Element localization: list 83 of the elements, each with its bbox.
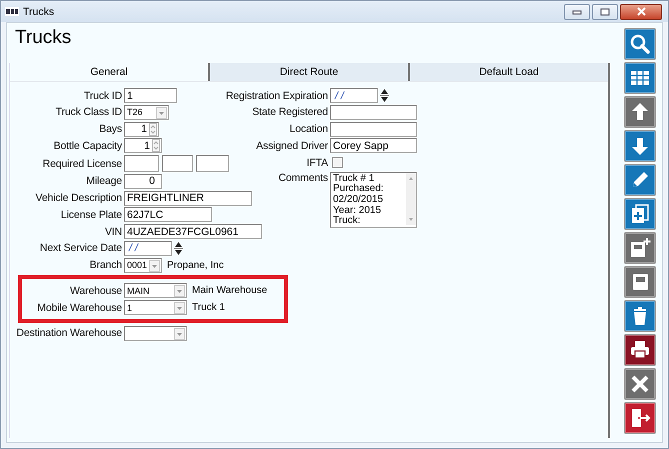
field-label: Truck ID [82, 90, 123, 102]
tab[interactable]: Direct Route [210, 63, 410, 81]
field-label: Warehouse [69, 284, 123, 297]
field-label: State Registered [251, 106, 329, 118]
spin-arrows-icon [152, 139, 160, 152]
field-label: Branch [88, 259, 123, 271]
field-description: Truck 1 [192, 302, 225, 313]
exit-door-icon [629, 407, 651, 429]
date-field[interactable]: / / [330, 88, 378, 103]
number-field[interactable]: 0 [124, 174, 162, 189]
field-label: Assigned Driver [255, 140, 329, 152]
field-label: Vehicle Description [34, 192, 123, 204]
field-label: Mileage [85, 175, 123, 188]
minimize-button[interactable] [564, 4, 590, 20]
comment-line: 02/20/2015 [333, 194, 384, 206]
comments-field[interactable]: Truck # 1 Purchased: 02/20/2015 Year: 2015 Truck: [330, 172, 417, 228]
field-label: Required License [42, 158, 123, 170]
window-title: Trucks [23, 6, 56, 18]
field-label: Mobile Warehouse [36, 302, 123, 314]
comment-line: Purchased: [333, 184, 384, 194]
field-label: Comments [277, 172, 329, 184]
dropdown-field[interactable] [124, 326, 187, 341]
scrollbar-icon [406, 172, 416, 225]
tab[interactable]: Default Load [410, 63, 608, 81]
minimize-icon [572, 8, 582, 15]
floppy-plus-icon [629, 237, 651, 259]
dropdown-field[interactable]: 1 [124, 300, 187, 315]
grid-button[interactable] [624, 62, 656, 94]
field-label: Truck Class ID [54, 106, 123, 118]
field-label: Next Service Date [38, 242, 123, 254]
spin-field[interactable]: 1 [124, 138, 162, 154]
printer-button[interactable] [624, 334, 656, 366]
add-page-icon [629, 203, 651, 225]
search-icon [629, 33, 651, 55]
text-field[interactable]: Corey Sapp [330, 138, 417, 154]
search-button[interactable] [624, 28, 656, 60]
dropdown-field[interactable]: 0001 [124, 258, 162, 272]
down-arrow-button[interactable] [624, 130, 656, 162]
license-field[interactable] [196, 155, 229, 172]
spin-arrows-icon [149, 122, 157, 136]
text-field[interactable]: 4UZAEDE37FCGL0961 [124, 224, 262, 239]
field-label: Bottle Capacity [52, 140, 123, 152]
spin-arrows-icon [380, 88, 389, 103]
x-button[interactable] [624, 368, 656, 400]
comment-line: Truck: [333, 216, 360, 227]
license-field[interactable] [124, 155, 159, 172]
checkbox[interactable] [332, 157, 343, 168]
field-label: Destination Warehouse [15, 327, 123, 340]
spin-field[interactable]: 1 [124, 122, 159, 136]
field-description: Propane, Inc [167, 260, 224, 270]
floppy-button[interactable] [624, 266, 656, 298]
page-heading: Trucks [15, 27, 72, 50]
field-label: Bays [98, 123, 123, 135]
restore-button[interactable] [592, 4, 618, 20]
text-field[interactable]: 62J7LC [124, 207, 212, 222]
up-arrow-button[interactable] [624, 96, 656, 128]
app-icon [5, 7, 19, 16]
restore-icon [600, 8, 610, 16]
field-label: VIN [104, 226, 123, 238]
field-label: IFTA [306, 156, 329, 168]
dropdown-field[interactable]: T26 [124, 104, 169, 120]
close-button[interactable] [620, 4, 662, 20]
field-label: Location [288, 123, 329, 135]
close-icon [636, 7, 646, 16]
exit-door-button[interactable] [624, 402, 656, 434]
text-field[interactable]: 1 [124, 88, 177, 103]
x-icon [629, 373, 651, 395]
field-description: Main Warehouse [192, 285, 268, 296]
date-field[interactable]: / / [124, 240, 172, 256]
license-field[interactable] [162, 155, 193, 172]
comment-line: Year: 2015 [333, 206, 382, 216]
add-page-button[interactable] [624, 198, 656, 230]
trash-button[interactable] [624, 300, 656, 332]
pencil-button[interactable] [624, 164, 656, 196]
field-label: License Plate [60, 208, 123, 221]
field-label: Registration Expiration [224, 90, 329, 102]
spin-arrows-icon [174, 240, 183, 256]
floppy-plus-button[interactable] [624, 232, 656, 264]
text-field[interactable] [330, 104, 417, 120]
comment-line: Truck # 1 [333, 174, 374, 184]
dropdown-field[interactable]: MAIN [124, 283, 187, 298]
text-field[interactable] [330, 122, 417, 136]
text-field[interactable]: FREIGHTLINER [124, 190, 252, 206]
